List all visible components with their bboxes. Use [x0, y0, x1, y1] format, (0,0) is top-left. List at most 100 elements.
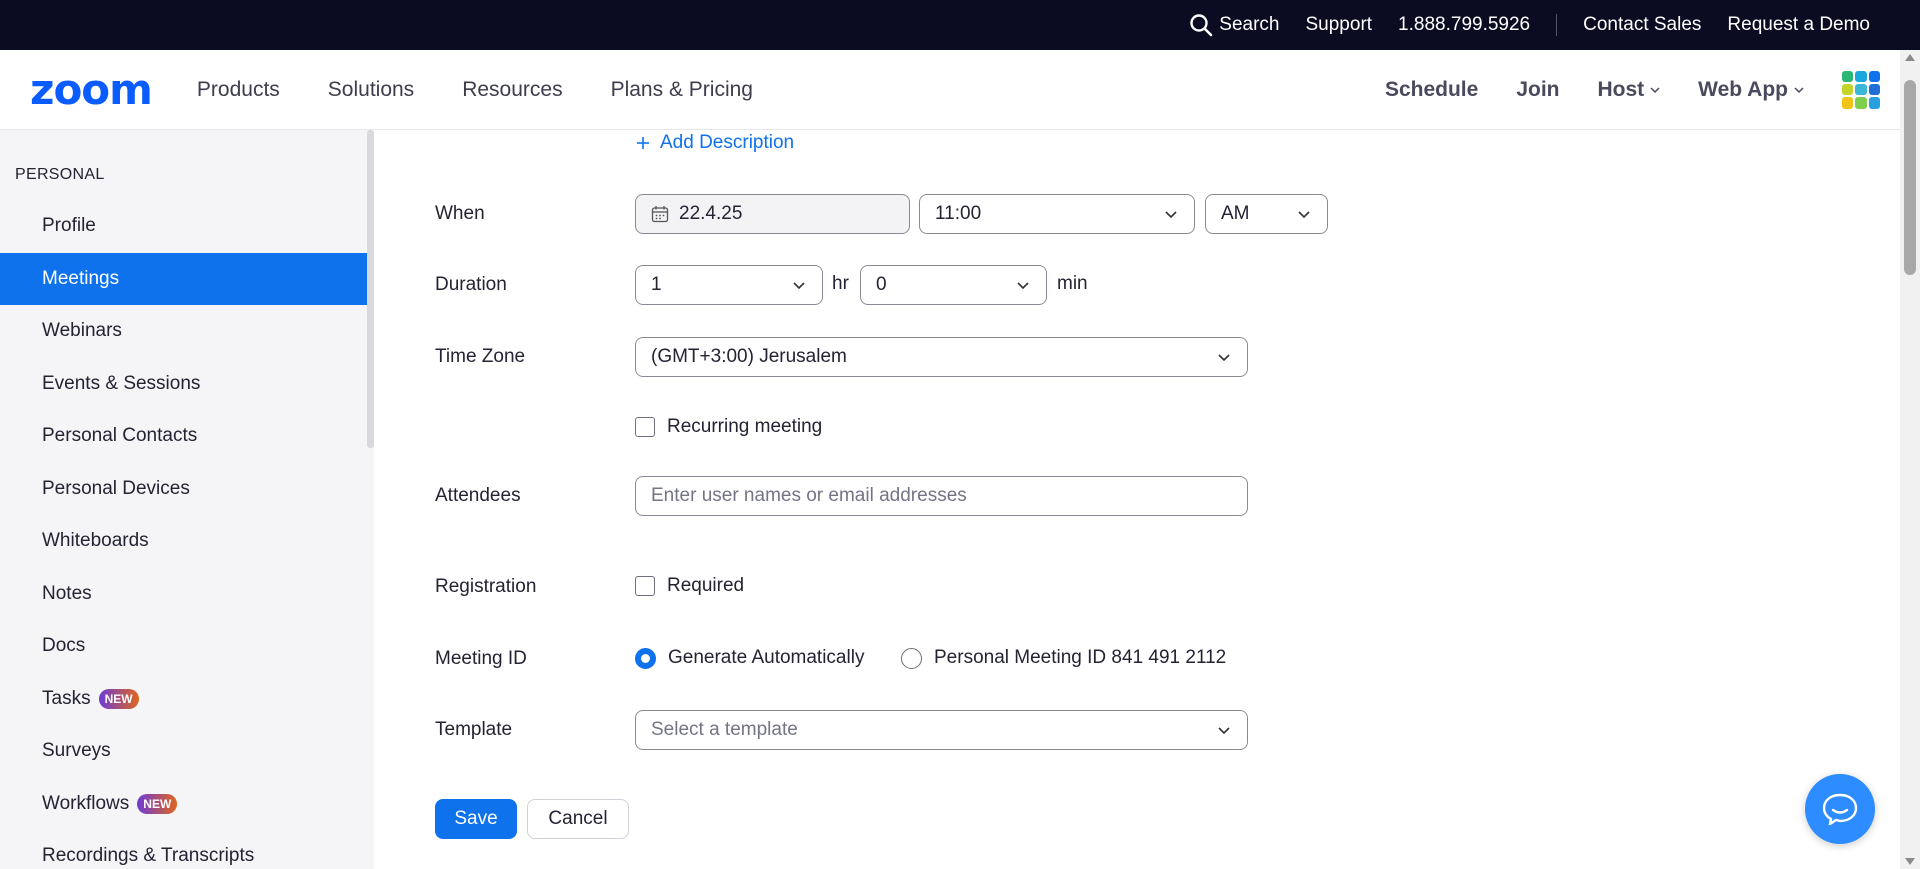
sidebar-item-events-sessions[interactable]: Events & Sessions — [0, 358, 374, 411]
template-label: Template — [435, 719, 513, 740]
chevron-down-icon — [1650, 86, 1660, 93]
nav-products[interactable]: Products — [197, 78, 280, 102]
hr-unit: hr — [832, 273, 849, 294]
zoom-logo[interactable]: zoom — [30, 65, 153, 114]
chevron-down-icon — [1298, 211, 1310, 219]
chevron-down-icon — [1794, 86, 1804, 93]
radio-selected — [635, 647, 656, 669]
personal-meeting-id-radio[interactable]: Personal Meeting ID 841 491 2112 — [901, 647, 1226, 669]
sidebar-scrollbar[interactable] — [367, 130, 374, 448]
sidebar-section-title: PERSONAL — [15, 166, 105, 183]
primary-nav: Products Solutions Resources Plans & Pri… — [197, 78, 801, 102]
support-link[interactable]: Support — [1306, 14, 1373, 36]
sidebar-item-tasks[interactable]: Tasks NEW — [0, 673, 374, 726]
generate-automatically-label: Generate Automatically — [668, 647, 865, 668]
meeting-form: Add Description When 22.4.25 11:00 AM Du… — [374, 130, 1900, 869]
web-app-menu[interactable]: Web App — [1698, 78, 1804, 102]
timezone-value: (GMT+3:00) Jerusalem — [651, 346, 847, 367]
attendees-label: Attendees — [435, 485, 521, 506]
sidebar-item-label: Workflows — [42, 792, 130, 814]
chat-button[interactable] — [1805, 774, 1875, 844]
template-select[interactable]: Select a template — [635, 710, 1248, 750]
chevron-down-icon — [1165, 211, 1177, 219]
contact-sales-link[interactable]: Contact Sales — [1583, 14, 1701, 36]
sidebar-item-whiteboards[interactable]: Whiteboards — [0, 515, 374, 568]
sidebar-item-recordings[interactable]: Recordings & Transcripts — [0, 830, 374, 869]
add-description-link[interactable]: Add Description — [636, 132, 794, 154]
join-link[interactable]: Join — [1516, 78, 1559, 102]
duration-minutes-select[interactable]: 0 — [860, 265, 1047, 305]
registration-label: Registration — [435, 576, 537, 597]
search-icon — [1190, 14, 1213, 37]
date-picker[interactable]: 22.4.25 — [635, 194, 910, 234]
nav-solutions[interactable]: Solutions — [328, 78, 414, 102]
registration-required-checkbox[interactable]: Required — [635, 575, 744, 597]
host-menu[interactable]: Host — [1598, 78, 1661, 102]
chevron-down-icon — [793, 282, 805, 290]
timezone-select[interactable]: (GMT+3:00) Jerusalem — [635, 337, 1248, 377]
chevron-down-icon — [1017, 282, 1029, 290]
sidebar: PERSONAL Profile Meetings Webinars Event… — [0, 130, 374, 869]
app-switcher-icon[interactable] — [1842, 70, 1880, 109]
sidebar-item-personal-contacts[interactable]: Personal Contacts — [0, 410, 374, 463]
sidebar-item-meetings[interactable]: Meetings — [0, 252, 374, 305]
host-label: Host — [1597, 77, 1645, 101]
timezone-label: Time Zone — [435, 346, 526, 367]
add-description-label: Add Description — [660, 132, 795, 153]
search-link[interactable]: Search — [1189, 13, 1280, 37]
sidebar-item-workflows[interactable]: Workflows NEW — [0, 778, 374, 831]
generate-automatically-radio[interactable]: Generate Automatically — [635, 647, 864, 669]
ampm-select[interactable]: AM — [1205, 194, 1328, 234]
sidebar-item-profile[interactable]: Profile — [0, 200, 374, 253]
page-scrollbar[interactable] — [1900, 50, 1920, 869]
nav-plans-pricing[interactable]: Plans & Pricing — [611, 78, 753, 102]
web-app-label: Web App — [1698, 77, 1788, 101]
sidebar-item-docs[interactable]: Docs — [0, 620, 374, 673]
attendees-placeholder: Enter user names or email addresses — [651, 485, 967, 506]
duration-hours-value: 1 — [651, 274, 662, 295]
duration-hours-select[interactable]: 1 — [635, 265, 823, 305]
sidebar-item-notes[interactable]: Notes — [0, 568, 374, 621]
personal-meeting-id-label: Personal Meeting ID 841 491 2112 — [934, 647, 1227, 668]
plus-icon — [637, 137, 649, 149]
recurring-label: Recurring meeting — [667, 416, 823, 437]
save-button[interactable]: Save — [435, 799, 517, 839]
nav-resources[interactable]: Resources — [462, 78, 562, 102]
scroll-down-icon[interactable] — [1905, 858, 1915, 865]
chevron-down-icon — [1218, 354, 1230, 362]
ampm-value: AM — [1221, 203, 1250, 224]
sidebar-item-personal-devices[interactable]: Personal Devices — [0, 463, 374, 516]
phone-link[interactable]: 1.888.799.5926 — [1398, 14, 1530, 36]
request-demo-link[interactable]: Request a Demo — [1727, 14, 1870, 36]
chevron-down-icon — [1218, 727, 1230, 735]
sidebar-item-webinars[interactable]: Webinars — [0, 305, 374, 358]
secondary-nav: Schedule Join Host Web App — [1385, 70, 1880, 109]
meeting-id-label: Meeting ID — [435, 648, 527, 669]
time-select[interactable]: 11:00 — [919, 194, 1195, 234]
sidebar-item-surveys[interactable]: Surveys — [0, 725, 374, 778]
search-label: Search — [1219, 14, 1280, 35]
recurring-checkbox[interactable]: Recurring meeting — [635, 416, 822, 438]
main-header: zoom Products Solutions Resources Plans … — [0, 50, 1900, 130]
duration-minutes-value: 0 — [876, 274, 887, 295]
sidebar-item-label: Tasks — [42, 687, 91, 709]
schedule-link[interactable]: Schedule — [1385, 78, 1478, 102]
scroll-up-icon[interactable] — [1905, 54, 1915, 61]
cancel-button[interactable]: Cancel — [527, 799, 629, 839]
checkbox-box — [635, 417, 655, 437]
new-badge: NEW — [137, 793, 178, 814]
required-label: Required — [667, 575, 745, 596]
scroll-thumb[interactable] — [1904, 80, 1916, 275]
radio-unselected — [901, 647, 922, 669]
top-utility-bar: Search Support 1.888.799.5926 Contact Sa… — [0, 0, 1920, 50]
min-unit: min — [1057, 273, 1088, 294]
chat-icon — [1822, 793, 1858, 825]
calendar-icon — [651, 206, 669, 223]
new-badge: NEW — [98, 688, 139, 709]
date-value: 22.4.25 — [679, 203, 743, 224]
when-label: When — [435, 203, 485, 224]
checkbox-box — [635, 576, 655, 596]
duration-label: Duration — [435, 274, 507, 295]
attendees-input[interactable]: Enter user names or email addresses — [635, 476, 1248, 516]
time-value: 11:00 — [935, 203, 982, 224]
